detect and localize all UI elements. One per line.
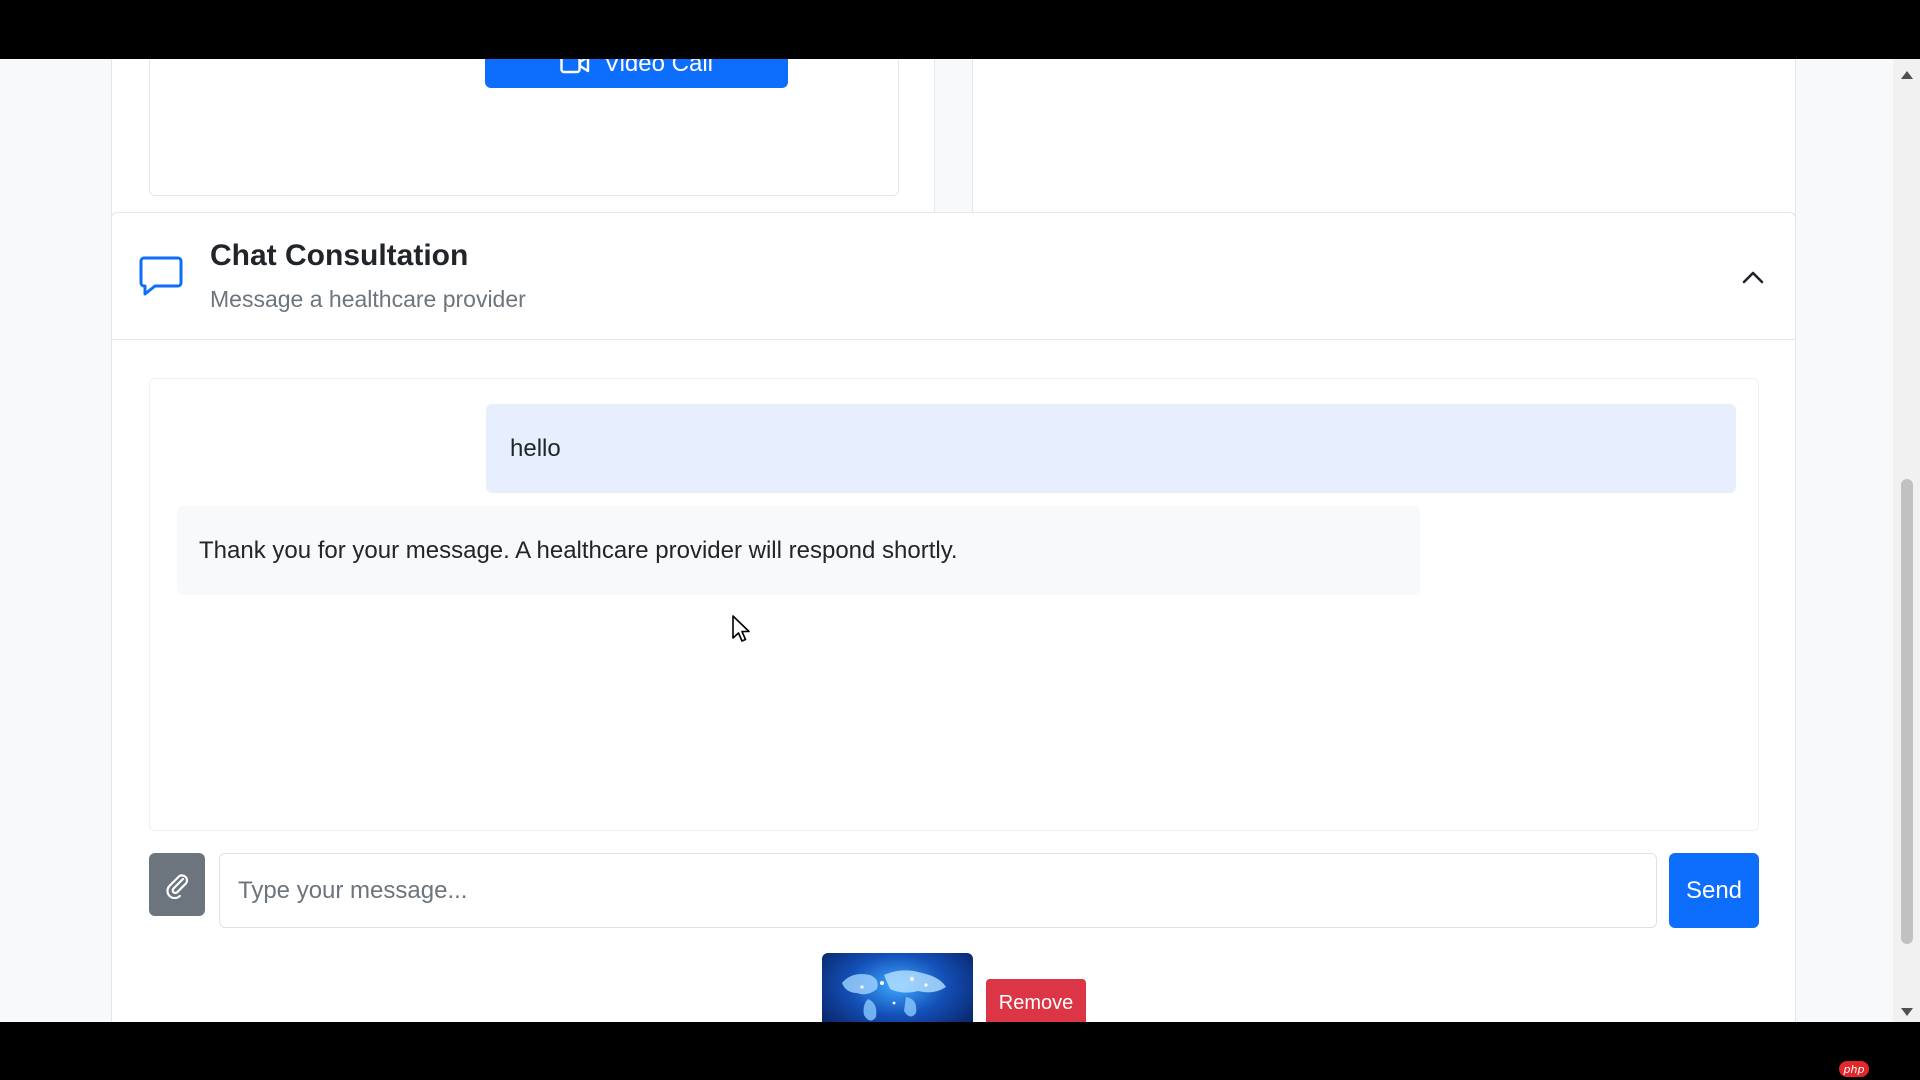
- chat-composer: Send: [149, 853, 1759, 929]
- collapse-button[interactable]: [1739, 263, 1767, 291]
- chat-messages-area[interactable]: hello Thank you for your message. A heal…: [149, 378, 1759, 831]
- send-button[interactable]: Send: [1669, 853, 1759, 928]
- php-watermark-logo: php: [1839, 1061, 1869, 1077]
- mouse-cursor-icon: [732, 615, 750, 642]
- chat-card-header[interactable]: Chat Consultation Message a healthcare p…: [112, 213, 1795, 340]
- message-input[interactable]: [219, 853, 1657, 928]
- chat-consultation-card: Chat Consultation Message a healthcare p…: [111, 212, 1796, 1022]
- vertical-scrollbar[interactable]: [1893, 59, 1920, 1022]
- chevron-up-icon: [1742, 271, 1764, 284]
- letterbox-top: [0, 0, 1920, 59]
- video-consultation-card: Video Call: [111, 59, 935, 233]
- provider-message-text: Thank you for your message. A healthcare…: [199, 536, 958, 564]
- triangle-down-icon: [1900, 1008, 1913, 1016]
- right-consultation-card: [972, 59, 1796, 233]
- attach-button[interactable]: [149, 853, 205, 916]
- letterbox-bottom: [0, 1022, 1920, 1080]
- chat-title: Chat Consultation: [210, 239, 469, 272]
- user-message-text: hello: [510, 434, 561, 462]
- scroll-up-arrow[interactable]: [1893, 65, 1920, 85]
- provider-message-bubble: Thank you for your message. A healthcare…: [177, 506, 1420, 595]
- triangle-up-icon: [1900, 71, 1913, 79]
- video-call-label: Video Call: [604, 59, 713, 77]
- user-message-bubble: hello: [486, 404, 1736, 493]
- video-camera-icon: [560, 59, 590, 74]
- remove-attachment-button[interactable]: Remove: [986, 979, 1086, 1022]
- world-map-image: [842, 970, 946, 1021]
- video-consultation-inner: Video Call: [149, 59, 899, 196]
- scroll-down-arrow[interactable]: [1893, 1002, 1920, 1022]
- scrollbar-thumb[interactable]: [1901, 479, 1913, 944]
- attachment-preview-image: [822, 953, 973, 1022]
- chat-subtitle: Message a healthcare provider: [210, 286, 526, 312]
- page-viewport: Video Call Chat Consultation Message a h…: [0, 59, 1920, 1022]
- video-call-button[interactable]: Video Call: [485, 59, 788, 88]
- paperclip-icon: [166, 873, 189, 899]
- chat-bubble-icon: [139, 256, 183, 296]
